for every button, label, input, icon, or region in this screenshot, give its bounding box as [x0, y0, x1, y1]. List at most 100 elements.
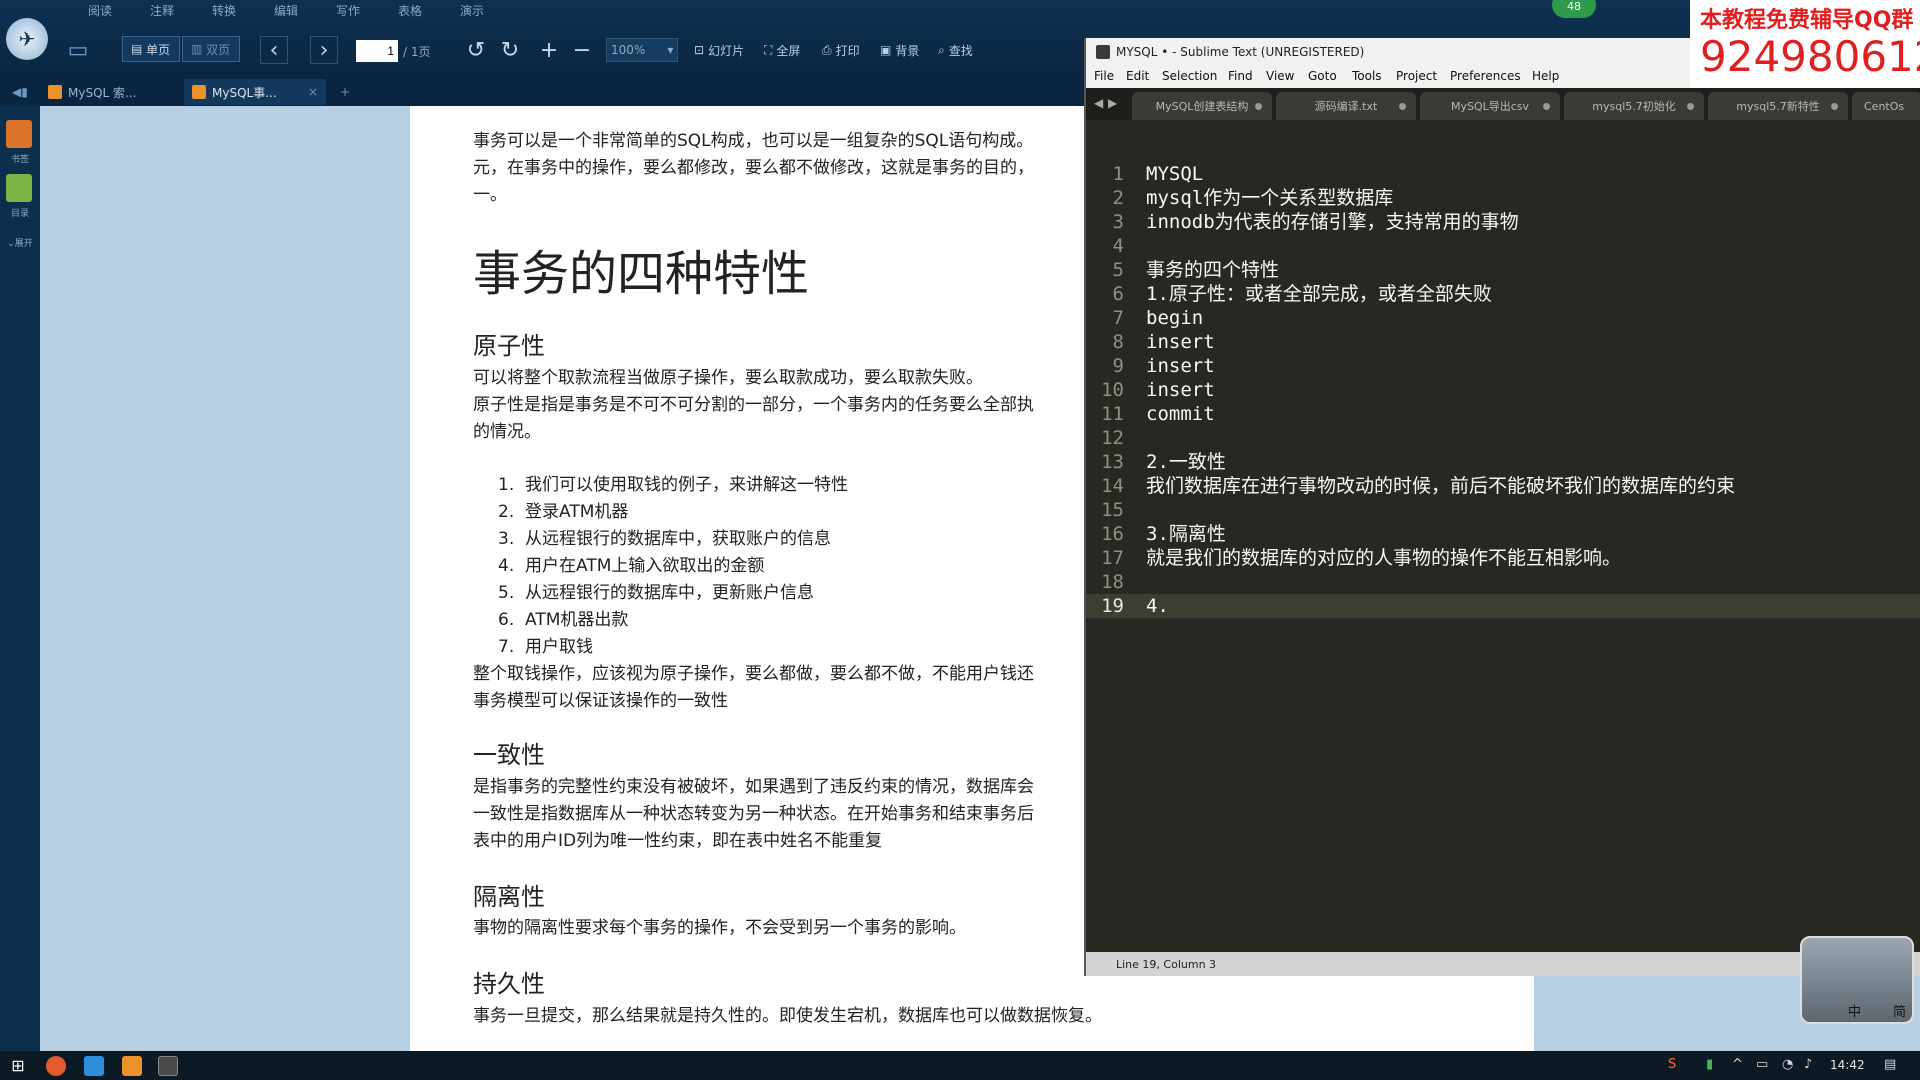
sublime-tab[interactable]: mysql5.7新特性 [1708, 92, 1848, 120]
menu-tools[interactable]: Tools [1352, 69, 1382, 83]
fullscreen-button[interactable]: ⛶ 全屏 [764, 37, 800, 63]
zoom-select[interactable]: 100% ▾ [606, 38, 678, 62]
single-page-toggle[interactable]: ▤ 单页 [122, 36, 180, 62]
toc-icon[interactable] [6, 174, 32, 202]
sogou-ime-icon[interactable]: S [1668, 1057, 1676, 1072]
menu-goto[interactable]: Goto [1308, 69, 1337, 83]
zoom-in-icon[interactable]: + [535, 36, 563, 64]
code-line[interactable]: 3 innodb为代表的存储引擎，支持常用的事物 [1086, 210, 1920, 234]
ime-mode-indicator[interactable]: 中 [1848, 1001, 1861, 1020]
next-page-icon[interactable]: › [310, 36, 338, 64]
code-line[interactable]: 6 1.原子性：或者全部完成，或者全部失败 [1086, 282, 1920, 306]
code-line[interactable]: 18 [1086, 570, 1920, 594]
bookmark-icon[interactable] [6, 120, 32, 148]
code-line[interactable]: 12 [1086, 426, 1920, 450]
intro-line-1: 事务可以是一个非常简单的SQL构成，也可以是一组复杂的SQL语句构成。 [473, 131, 1034, 151]
open-folder-icon[interactable]: ▭ [64, 36, 92, 64]
battery-icon[interactable]: ▮ [1706, 1057, 1713, 1072]
zoom-out-icon[interactable]: − [568, 36, 596, 64]
sublime-tab[interactable]: mysql5.7初始化 [1564, 92, 1704, 120]
tab-prev-icon[interactable]: ◀ [1094, 96, 1103, 110]
code-line-current[interactable]: 19 4. [1086, 594, 1920, 618]
code-line[interactable]: 10 insert [1086, 378, 1920, 402]
line-number: 18 [1101, 571, 1124, 593]
menu-edit[interactable]: Edit [1126, 69, 1149, 83]
menu-selection[interactable]: Selection [1162, 69, 1217, 83]
background-button[interactable]: ▣ 背景 [880, 37, 919, 63]
expand-toggle[interactable]: ⌄展开 [0, 236, 40, 249]
sublime-status-bar: Line 19, Column 3 [1086, 952, 1920, 976]
menu-project[interactable]: Project [1396, 69, 1437, 83]
sublime-tab[interactable]: MySQL导出csv [1420, 92, 1560, 120]
windows-start-icon[interactable]: ⊞ [8, 1056, 28, 1076]
menu-edit[interactable]: 编辑 [274, 2, 298, 19]
code-line[interactable]: 16 3.隔离性 [1086, 522, 1920, 546]
menu-help[interactable]: Help [1532, 69, 1559, 83]
find-label: 查找 [948, 43, 973, 58]
code-line[interactable]: 2 mysql作为一个关系型数据库 [1086, 186, 1920, 210]
rotate-right-icon[interactable]: ↻ [496, 36, 524, 64]
menu-preferences[interactable]: Preferences [1450, 69, 1521, 83]
code-line[interactable]: 17 就是我们的数据库的对应的人事物的操作不能互相影响。 [1086, 546, 1920, 570]
print-button[interactable]: ⎙ 打印 [822, 37, 860, 63]
sublime-tab[interactable]: 源码编译.txt [1276, 92, 1416, 120]
notification-icon[interactable]: ▤ [1884, 1057, 1896, 1072]
ime-script-indicator[interactable]: 简 [1893, 1001, 1906, 1020]
wifi-icon[interactable]: ◔ [1782, 1057, 1793, 1072]
atomicity-para-3: 的情况。 [473, 422, 541, 442]
unsaved-dot-icon[interactable] [1543, 103, 1550, 110]
reader-tab-mysql-index[interactable]: MySQL 索... [40, 79, 180, 105]
sublime-taskbar-icon[interactable] [158, 1056, 178, 1076]
pdf-reader-taskbar-icon[interactable] [122, 1056, 142, 1076]
code-line[interactable]: 8 insert [1086, 330, 1920, 354]
code-line[interactable]: 9 insert [1086, 354, 1920, 378]
menu-file[interactable]: File [1094, 69, 1114, 83]
code-line[interactable]: 15 [1086, 498, 1920, 522]
code-line[interactable]: 5 事务的四个特性 [1086, 258, 1920, 282]
sublime-tab[interactable]: MySQL创建表结构 [1132, 92, 1272, 120]
unsaved-dot-icon[interactable] [1255, 103, 1262, 110]
new-tab-button[interactable]: + [332, 79, 360, 105]
menu-table[interactable]: 表格 [398, 2, 422, 19]
code-line[interactable]: 13 2.一致性 [1086, 450, 1920, 474]
line-number: 14 [1101, 475, 1124, 497]
menu-annotate[interactable]: 注释 [150, 2, 174, 19]
code-line[interactable]: 4 [1086, 234, 1920, 258]
collapse-sidebar-icon[interactable]: ◀▮ [4, 79, 40, 105]
sublime-tab[interactable]: CentOs [1852, 92, 1920, 120]
list-item-text: 登录ATM机器 [525, 502, 629, 522]
menu-present[interactable]: 演示 [460, 2, 484, 19]
prev-page-icon[interactable]: ‹ [260, 36, 288, 64]
code-line[interactable]: 1 MYSQL [1086, 162, 1920, 186]
section-title-isolation: 隔离性 [473, 883, 545, 911]
browser-icon[interactable] [46, 1056, 66, 1076]
close-icon[interactable]: × [308, 85, 318, 99]
sublime-app-icon [1096, 45, 1110, 59]
unsaved-dot-icon[interactable] [1399, 103, 1406, 110]
unsaved-dot-icon[interactable] [1831, 103, 1838, 110]
app-icon[interactable] [84, 1056, 104, 1076]
code-editor[interactable]: 1 MYSQL 2 mysql作为一个关系型数据库 3 innodb为代表的存储引擎，… [1086, 120, 1920, 952]
volume-icon[interactable]: ♪ [1804, 1057, 1812, 1072]
code-line[interactable]: 14 我们数据库在进行事物改动的时候，前后不能破坏我们的数据库的约束 [1086, 474, 1920, 498]
unsaved-dot-icon[interactable] [1687, 103, 1694, 110]
page-number-input[interactable] [356, 40, 398, 62]
keyboard-icon[interactable]: ▭ [1756, 1057, 1768, 1072]
code-line[interactable]: 7 begin [1086, 306, 1920, 330]
menu-write[interactable]: 写作 [336, 2, 360, 19]
clock[interactable]: 14:42 [1830, 1058, 1865, 1072]
app-logo-icon[interactable]: ✈ [6, 18, 48, 60]
find-button[interactable]: ⌕ 查找 [938, 37, 973, 63]
menu-find[interactable]: Find [1228, 69, 1253, 83]
menu-convert[interactable]: 转换 [212, 2, 236, 19]
menu-read[interactable]: 阅读 [88, 2, 112, 19]
list-item-text: 我们可以使用取钱的例子，来讲解这一特性 [525, 475, 849, 495]
menu-view[interactable]: View [1266, 69, 1294, 83]
tab-next-icon[interactable]: ▶ [1108, 96, 1117, 110]
reader-tab-mysql-transaction[interactable]: MySQL事... × [184, 79, 326, 105]
slideshow-button[interactable]: ⊡ 幻灯片 [694, 37, 744, 63]
chevron-up-icon[interactable]: ^ [1732, 1057, 1743, 1072]
code-line[interactable]: 11 commit [1086, 402, 1920, 426]
double-page-toggle[interactable]: ▥ 双页 [182, 36, 240, 62]
rotate-left-icon[interactable]: ↺ [462, 36, 490, 64]
